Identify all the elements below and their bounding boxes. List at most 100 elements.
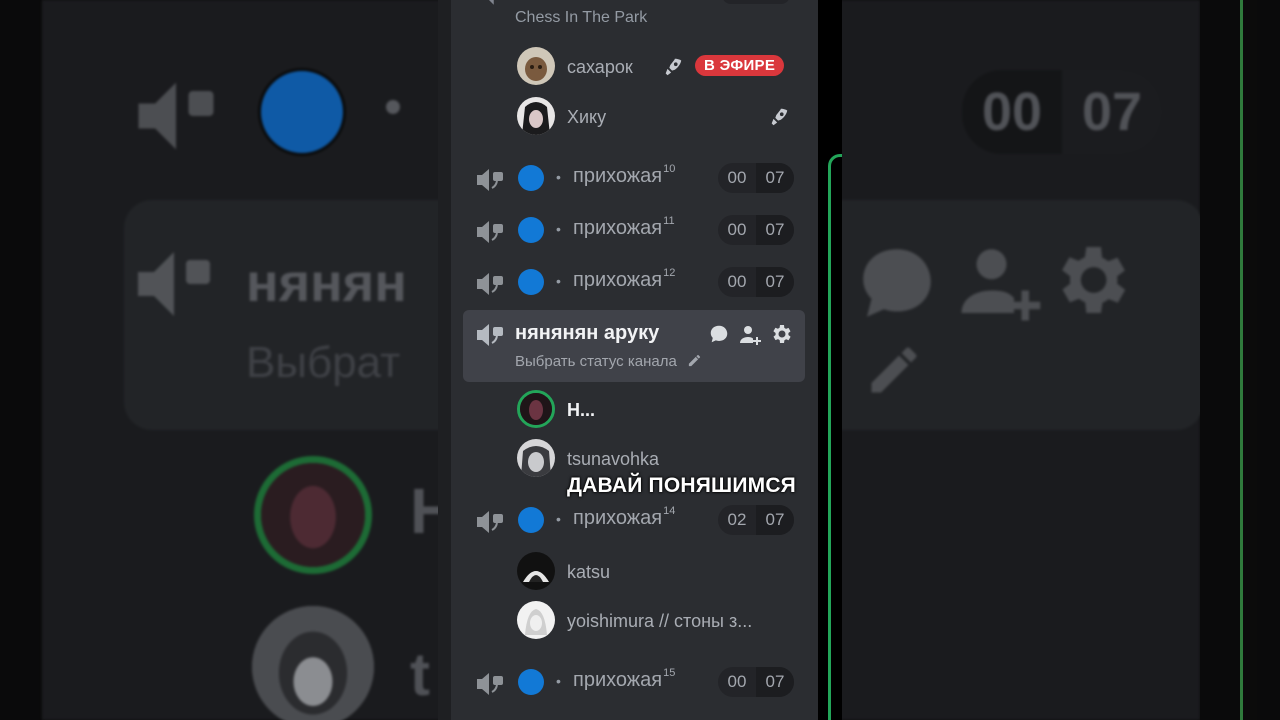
username: Н... [567, 400, 596, 420]
bg-speaker-lock-icon [138, 82, 214, 150]
live-badge: В ЭФИРЕ [695, 55, 785, 76]
bg-avatar-2 [252, 606, 374, 720]
voice-channel-row[interactable]: • прихожая14 02 07 [476, 504, 796, 538]
channel-number: 15 [663, 667, 676, 680]
channel-name: прихожая10 [573, 163, 676, 188]
avatar [517, 47, 555, 85]
voice-user-row[interactable]: katsu [517, 552, 797, 592]
separator: • [556, 273, 561, 289]
username: yoishimura // стоны з... [567, 611, 753, 631]
counter-limit: 07 [756, 163, 794, 193]
rocket-icon [771, 108, 788, 126]
active-voice-channel[interactable]: нянянян аруку Выбрать статус канала [463, 310, 805, 382]
bg-big-title: нянян [246, 253, 407, 313]
user-counter: 00 07 [718, 667, 794, 697]
avatar-speaking [517, 390, 555, 428]
bg-counter: 00 07 [962, 70, 1162, 154]
avatar [517, 552, 555, 590]
username: katsu [567, 562, 611, 582]
user-counter: 00 07 [718, 267, 794, 297]
pencil-icon [688, 354, 701, 367]
speaker-lock-icon [477, 511, 503, 533]
counter-limit: 07 [756, 505, 794, 535]
voice-user-row[interactable]: yoishimura // стоны з... [517, 601, 797, 641]
speaker-lock-icon [477, 169, 503, 191]
channel-emoji-dot [518, 507, 544, 533]
bg-big-status: Выбрат [246, 338, 401, 387]
channel-emoji-dot [518, 669, 544, 695]
counter-current: 00 [727, 672, 747, 691]
voice-channel-row[interactable]: • прихожая10 00 07 [476, 162, 796, 196]
channel-emoji-dot [518, 165, 544, 191]
counter-current: 00 [727, 220, 747, 239]
add-user-icon[interactable] [738, 323, 762, 347]
avatar [517, 439, 555, 477]
channel-name: прихожая14 [573, 505, 676, 530]
channel-emoji-dot [518, 217, 544, 243]
separator: • [556, 221, 561, 237]
channel-number: 10 [663, 163, 676, 176]
user-counter: 00 07 [718, 215, 794, 245]
channel-status-text: Выбрать статус канала [515, 353, 677, 370]
channel-status-button[interactable]: Выбрать статус канала [515, 353, 702, 370]
bg-counter-left: 00 [981, 82, 1043, 142]
sidebar-left-edge [438, 0, 451, 720]
speaker-lock-icon [477, 221, 503, 243]
voice-channel-row[interactable]: • прихожая11 00 07 [476, 214, 796, 248]
channel-name-text: прихожая [573, 507, 663, 529]
avatar [517, 97, 555, 135]
voice-channel-row[interactable]: • прихожая12 00 07 [476, 266, 796, 300]
top-channel-status: Chess In The Park [515, 9, 648, 26]
counter-current: 02 [727, 510, 747, 529]
channel-name: прихожая12 [573, 267, 676, 292]
voice-channel-row[interactable]: • прихожая15 00 07 [476, 666, 796, 700]
username: Хику [567, 107, 607, 127]
counter-limit: 07 [756, 667, 794, 697]
user-counter: 02 07 [718, 505, 794, 535]
voice-user-row[interactable]: Н... [517, 390, 797, 430]
rocket-icon [665, 58, 682, 76]
bg-gear-icon [1062, 247, 1126, 313]
counter-current: 00 [727, 168, 747, 187]
chat-icon[interactable] [708, 323, 730, 345]
user-counter: 00 07 [718, 163, 794, 193]
bg-speaker-lock-icon-2 [138, 252, 210, 316]
bg-separator [386, 100, 400, 114]
channel-name-text: прихожая [573, 217, 663, 239]
separator: • [556, 673, 561, 689]
bg-add-user-icon [961, 249, 1041, 321]
speaker-icon [489, 0, 494, 5]
channel-name-text: прихожая [573, 669, 663, 691]
username: tsunavohka [567, 449, 660, 469]
counter-limit: 07 [756, 267, 794, 297]
voice-user-row[interactable]: tsunavohka [517, 439, 797, 479]
speaking-bracket [828, 154, 842, 720]
partial-channel-row[interactable] [476, 0, 792, 6]
channel-name-text: прихожая [573, 269, 663, 291]
bg-avatar-speaking [254, 456, 372, 574]
avatar [517, 601, 555, 639]
bg-left-bar [0, 0, 42, 720]
separator: • [556, 169, 561, 185]
gear-icon[interactable] [769, 322, 793, 346]
bg-pencil-icon [871, 347, 917, 393]
channel-number: 12 [663, 267, 676, 280]
channel-name-text: прихожая [573, 165, 663, 187]
username: сахарок [567, 57, 633, 77]
channel-name: прихожая15 [573, 667, 676, 692]
partial-counter [722, 0, 790, 4]
channel-number: 14 [663, 505, 676, 518]
speaker-lock-icon [477, 673, 503, 695]
bg-chat-icon [863, 249, 931, 317]
bg-big-user-2: t [410, 641, 430, 708]
separator: • [556, 511, 561, 527]
bg-counter-right: 07 [1062, 70, 1162, 154]
counter-current: 00 [727, 272, 747, 291]
voice-user-row[interactable]: Хику [517, 97, 797, 137]
channel-name: прихожая11 [573, 215, 675, 240]
counter-limit: 07 [756, 215, 794, 245]
channel-number: 11 [663, 215, 675, 228]
voice-user-row[interactable]: сахарок В ЭФИРЕ [517, 47, 797, 87]
bg-green-line [1240, 0, 1257, 720]
speaker-lock-icon [477, 273, 503, 295]
